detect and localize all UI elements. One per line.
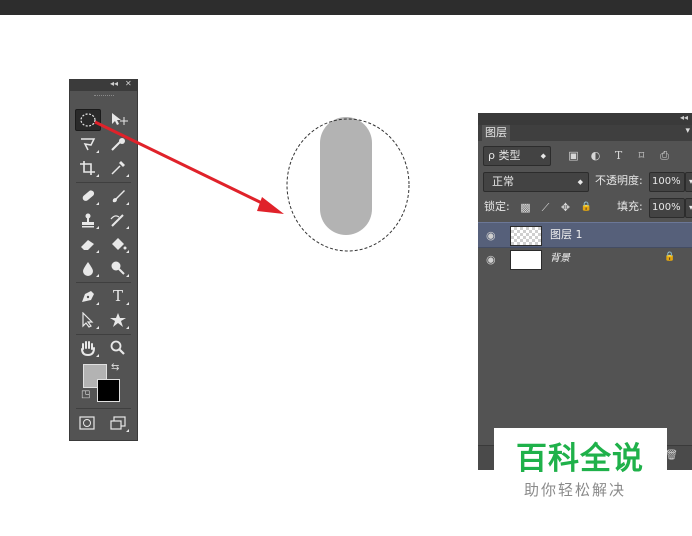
dropdown-arrow-icon: ◆ (540, 152, 546, 160)
layers-panel-header[interactable]: ◂◂ (478, 113, 692, 125)
smart-object-filter-icon[interactable]: ⎙ (658, 149, 671, 162)
lock-image-icon[interactable]: ⟋ (539, 201, 552, 214)
blend-mode-select[interactable]: 正常 ◆ (483, 172, 589, 192)
type-filter-icon[interactable]: T (612, 149, 625, 162)
layer-name[interactable]: 图层 1 (550, 226, 583, 244)
opacity-value: 100% (652, 176, 681, 187)
layers-panel-tabs: 图层 ▾ (478, 125, 692, 141)
lock-position-icon[interactable]: ✥ (559, 201, 572, 214)
lock-all-icon[interactable]: 🔒 (580, 201, 593, 214)
delete-layer-icon[interactable]: 🗑 (665, 450, 678, 461)
watermark: 百科全说 助你轻松解决 (494, 428, 667, 512)
layer-row[interactable]: ◉ 图层 1 (478, 222, 692, 248)
pixel-filter-icon[interactable]: ▣ (567, 149, 580, 162)
layers-panel: ◂◂ 图层 ▾ ρ 类型 ◆ ▣ ◐ T ⌑ ⎙ 正常 ◆ 不透明度: 100%… (478, 113, 692, 470)
visibility-eye-icon[interactable]: ◉ (486, 229, 496, 242)
opacity-field[interactable]: 100% (649, 172, 685, 192)
lock-label: 锁定: (484, 200, 510, 213)
tab-layers[interactable]: 图层 (482, 125, 510, 141)
layer-thumbnail (510, 226, 542, 246)
opacity-label: 不透明度: (595, 174, 643, 187)
blend-mode-value: 正常 (492, 175, 514, 188)
shape-filter-icon[interactable]: ⌑ (635, 149, 648, 162)
layer-filter-select[interactable]: ρ 类型 ◆ (483, 146, 551, 166)
adjustment-filter-icon[interactable]: ◐ (589, 149, 602, 162)
opacity-dropdown[interactable]: ▾ (685, 172, 692, 192)
fill-value: 100% (652, 202, 681, 213)
panel-menu-icon[interactable]: ▾ (685, 126, 690, 136)
layer-row[interactable]: ◉ 背景 🔒 (478, 247, 692, 271)
layer-lock-icon: 🔒 (664, 252, 676, 262)
fill-label: 填充: (617, 200, 643, 213)
watermark-title: 百科全说 (516, 441, 644, 477)
fill-dropdown[interactable]: ▾ (685, 198, 692, 218)
collapse-icon[interactable]: ◂◂ (680, 113, 688, 122)
visibility-eye-icon[interactable]: ◉ (486, 253, 496, 266)
layer-filter-value: ρ 类型 (488, 149, 521, 162)
layer-name[interactable]: 背景 (550, 250, 570, 268)
dropdown-arrow-icon: ◆ (577, 178, 583, 186)
fill-field[interactable]: 100% (649, 198, 685, 218)
watermark-subtitle: 助你轻松解决 (524, 481, 627, 499)
layer-thumbnail (510, 250, 542, 270)
lock-transparent-icon[interactable]: ▩ (519, 201, 532, 214)
